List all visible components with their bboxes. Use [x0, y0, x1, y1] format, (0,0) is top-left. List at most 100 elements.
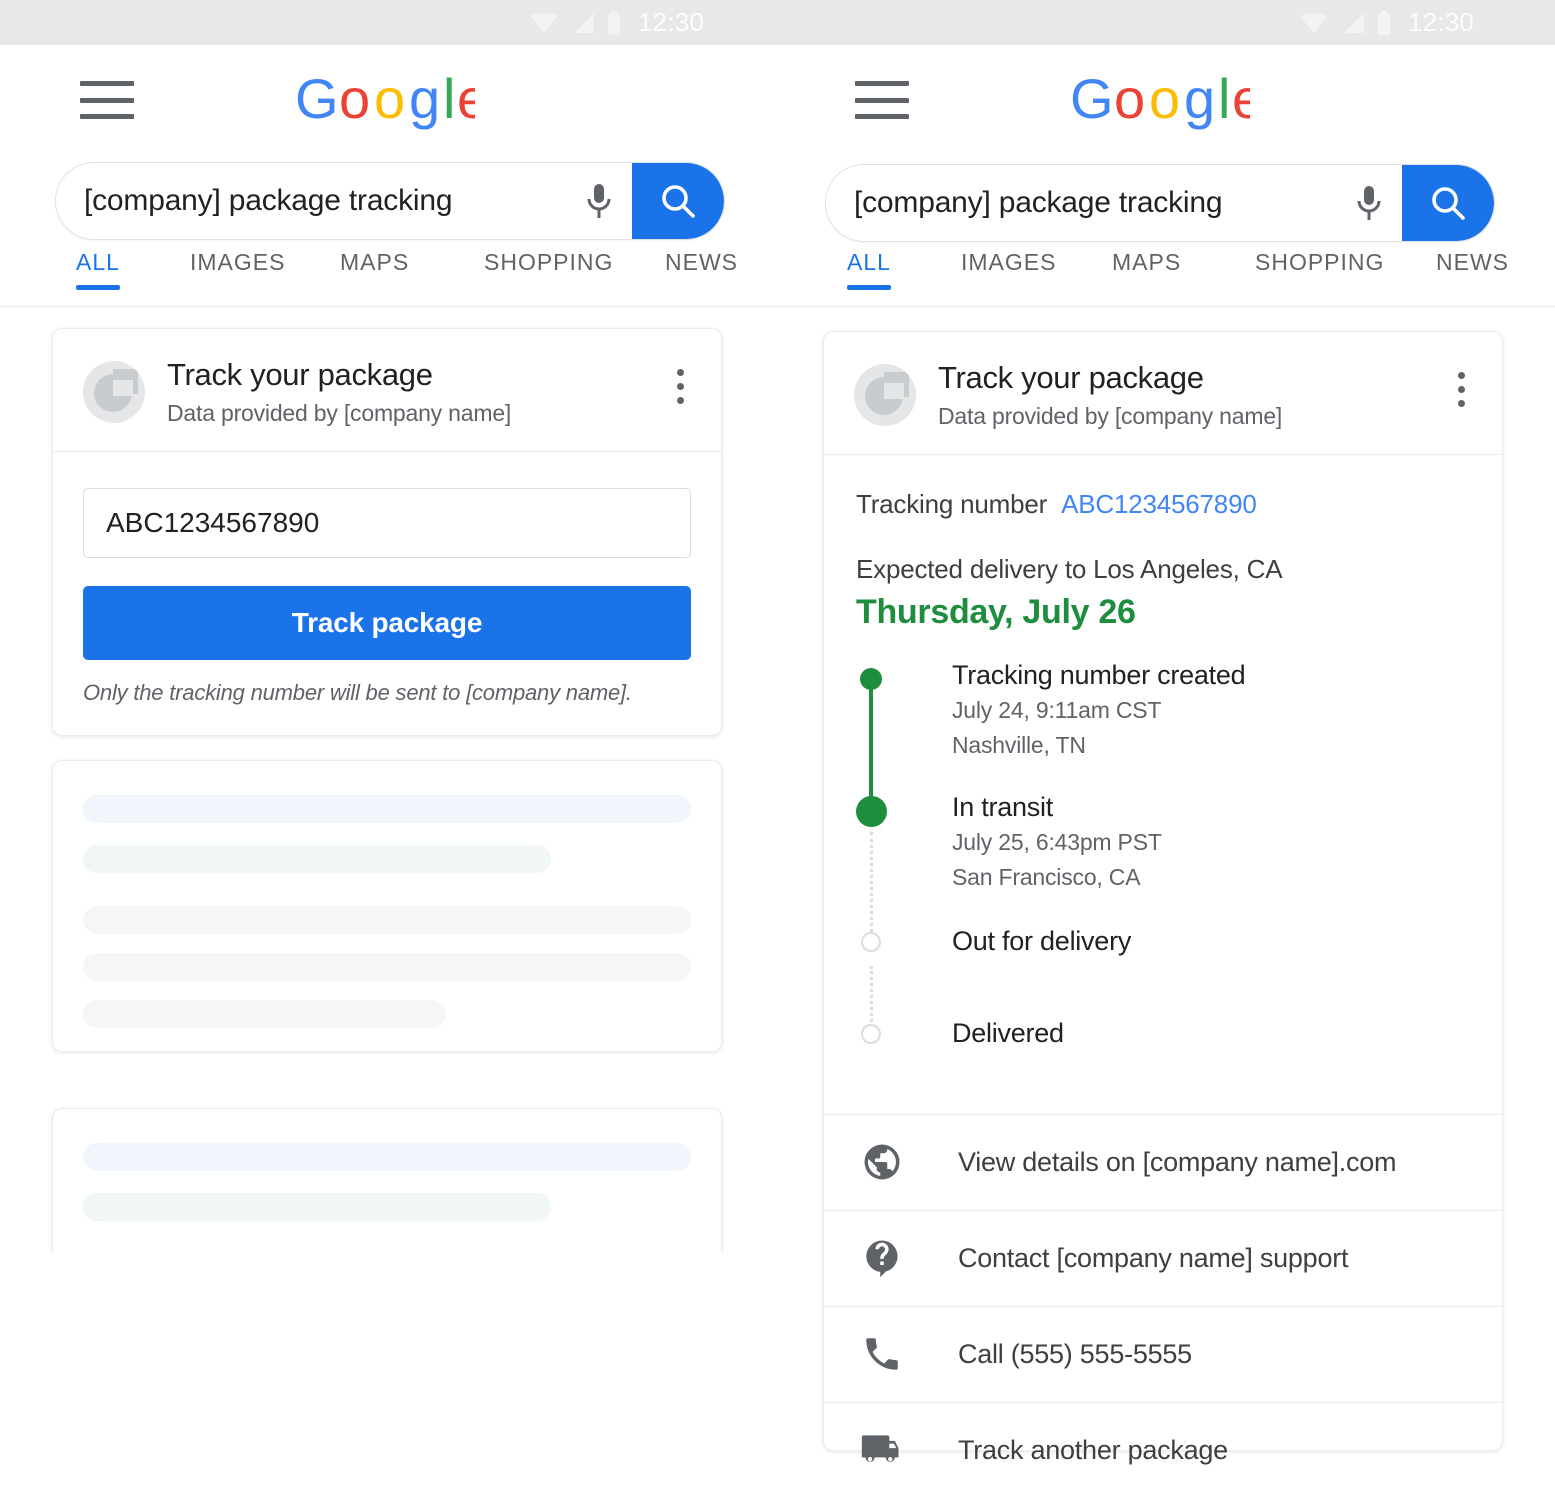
tracking-number-value[interactable]: ABC1234567890 — [1061, 489, 1257, 519]
search-tabs-right: ALL IMAGES MAPS SHOPPING NEWS — [775, 249, 1555, 307]
search-submit-button[interactable] — [1402, 165, 1494, 241]
tab-images[interactable]: IMAGES — [190, 249, 285, 276]
track-package-input-card: Track your package Data provided by [com… — [52, 328, 722, 736]
active-tab-underline — [76, 285, 120, 290]
timeline-step-location: San Francisco, CA — [952, 864, 1141, 891]
action-call[interactable]: Call (555) 555-5555 — [824, 1307, 1502, 1402]
tab-news[interactable]: NEWS — [1436, 249, 1509, 276]
action-label: Call (555) 555-5555 — [958, 1338, 1192, 1369]
kebab-menu-icon[interactable] — [665, 369, 695, 404]
battery-icon — [1378, 10, 1390, 35]
action-label: View details on [company name].com — [958, 1146, 1397, 1177]
card-title: Track your package — [167, 357, 433, 392]
company-logo-avatar — [83, 361, 145, 423]
google-logo: G o o g l e — [1070, 70, 1250, 132]
tracking-number-label: Tracking number — [856, 488, 1048, 519]
card-header: Track your package Data provided by [com… — [53, 329, 721, 451]
android-status-bar: 12:30 12:30 — [0, 0, 1555, 45]
timeline-step-current: In transit July 25, 6:43pm PST San Franc… — [856, 792, 1470, 918]
battery-icon — [608, 10, 620, 35]
kebab-menu-icon[interactable] — [1446, 372, 1476, 407]
tab-maps[interactable]: MAPS — [1112, 249, 1181, 276]
delivery-truck-icon — [860, 1427, 904, 1473]
svg-text:e: e — [1232, 70, 1250, 130]
status-indicators-left-phone: 12:30 — [530, 0, 704, 45]
tab-maps[interactable]: MAPS — [340, 249, 409, 276]
hamburger-menu-icon[interactable] — [80, 81, 134, 119]
globe-icon — [860, 1141, 904, 1183]
cell-signal-icon — [1344, 12, 1364, 33]
action-contact-support[interactable]: Contact [company name] support — [824, 1211, 1502, 1306]
track-package-button[interactable]: Track package — [83, 585, 691, 660]
search-box[interactable]: [company] package tracking — [55, 162, 725, 240]
svg-text:o: o — [1149, 70, 1180, 130]
app-bar-left: G o o g l e — [0, 45, 780, 155]
wifi-icon — [530, 12, 558, 33]
hamburger-menu-icon[interactable] — [855, 81, 909, 119]
timeline-step-pending: Delivered — [856, 1018, 1470, 1074]
action-label: Track another package — [958, 1434, 1228, 1465]
skeleton-line — [83, 1000, 446, 1028]
tab-news[interactable]: NEWS — [665, 249, 738, 276]
phone-icon — [860, 1333, 904, 1375]
timeline-step-datetime: July 25, 6:43pm PST — [952, 828, 1162, 855]
tab-images[interactable]: IMAGES — [961, 249, 1056, 276]
svg-text:o: o — [339, 70, 370, 130]
timeline-dot-complete — [860, 667, 882, 690]
tracking-number-input[interactable]: ABC1234567890 — [83, 487, 691, 558]
google-logo: G o o g l e — [295, 70, 475, 132]
tab-all[interactable]: ALL — [76, 249, 120, 290]
card-title: Track your package — [938, 360, 1204, 395]
timeline-step-title: Out for delivery — [952, 925, 1132, 956]
tab-shopping[interactable]: SHOPPING — [1255, 249, 1384, 276]
timeline-step-pending: Out for delivery — [856, 926, 1470, 1018]
tracking-details: Tracking number ABC1234567890 Expected de… — [824, 455, 1502, 1114]
tab-all[interactable]: ALL — [847, 249, 891, 290]
action-view-details[interactable]: View details on [company name].com — [824, 1115, 1502, 1210]
status-bar-clock: 12:30 — [1408, 7, 1475, 37]
timeline-dot-current — [856, 795, 887, 827]
svg-text:l: l — [1218, 70, 1230, 130]
microphone-icon[interactable] — [1336, 184, 1402, 222]
company-logo-avatar — [854, 364, 916, 426]
search-input[interactable]: [company] package tracking — [826, 186, 1336, 220]
search-tabs-left: ALL IMAGES MAPS SHOPPING NEWS — [0, 249, 780, 307]
card-header: Track your package Data provided by [com… — [824, 332, 1502, 454]
timeline-step-title: Tracking number created — [952, 659, 1246, 690]
microphone-icon[interactable] — [566, 182, 632, 220]
svg-text:G: G — [1070, 70, 1114, 130]
card-subtitle: Data provided by [company name] — [167, 399, 512, 426]
skeleton-result-card — [52, 1108, 722, 1252]
track-package-result-card: Track your package Data provided by [com… — [823, 331, 1503, 1465]
svg-text:g: g — [1184, 70, 1215, 130]
svg-text:l: l — [443, 70, 455, 130]
app-bar-right: G o o g l e — [775, 45, 1555, 155]
skeleton-line — [83, 1193, 551, 1221]
skeleton-line — [83, 906, 691, 934]
timeline-dot-pending — [861, 931, 881, 952]
card-subtitle: Data provided by [company name] — [938, 402, 1283, 429]
skeleton-line — [83, 795, 691, 823]
wifi-icon — [1300, 12, 1328, 33]
skeleton-result-card — [52, 760, 722, 1052]
timeline-step-complete: Tracking number created July 24, 9:11am … — [856, 660, 1470, 786]
screenshot-root: 12:30 12:30 G o o g l e [company] packag… — [0, 0, 1555, 1500]
skeleton-line — [83, 953, 691, 981]
expected-delivery-label: Expected delivery to Los Angeles, CA — [856, 553, 1283, 584]
search-box[interactable]: [company] package tracking — [825, 164, 1495, 242]
right-phone-screen: G o o g l e [company] package tracking A… — [775, 45, 1555, 1500]
svg-text:e: e — [457, 70, 475, 130]
svg-text:G: G — [295, 70, 339, 130]
search-submit-button[interactable] — [632, 163, 724, 239]
tracking-number-row: Tracking number ABC1234567890 — [856, 489, 1470, 520]
action-track-another[interactable]: Track another package — [824, 1403, 1502, 1498]
timeline-step-location: Nashville, TN — [952, 732, 1086, 759]
search-input[interactable]: [company] package tracking — [56, 184, 566, 218]
status-bar-clock: 12:30 — [638, 7, 705, 37]
timeline-step-title: Delivered — [952, 1017, 1064, 1048]
expected-delivery-date: Thursday, July 26 — [856, 592, 1136, 631]
privacy-disclaimer: Only the tracking number will be sent to… — [83, 679, 632, 705]
timeline-step-datetime: July 24, 9:11am CST — [952, 696, 1162, 723]
tab-shopping[interactable]: SHOPPING — [484, 249, 613, 276]
help-question-icon — [860, 1237, 904, 1279]
